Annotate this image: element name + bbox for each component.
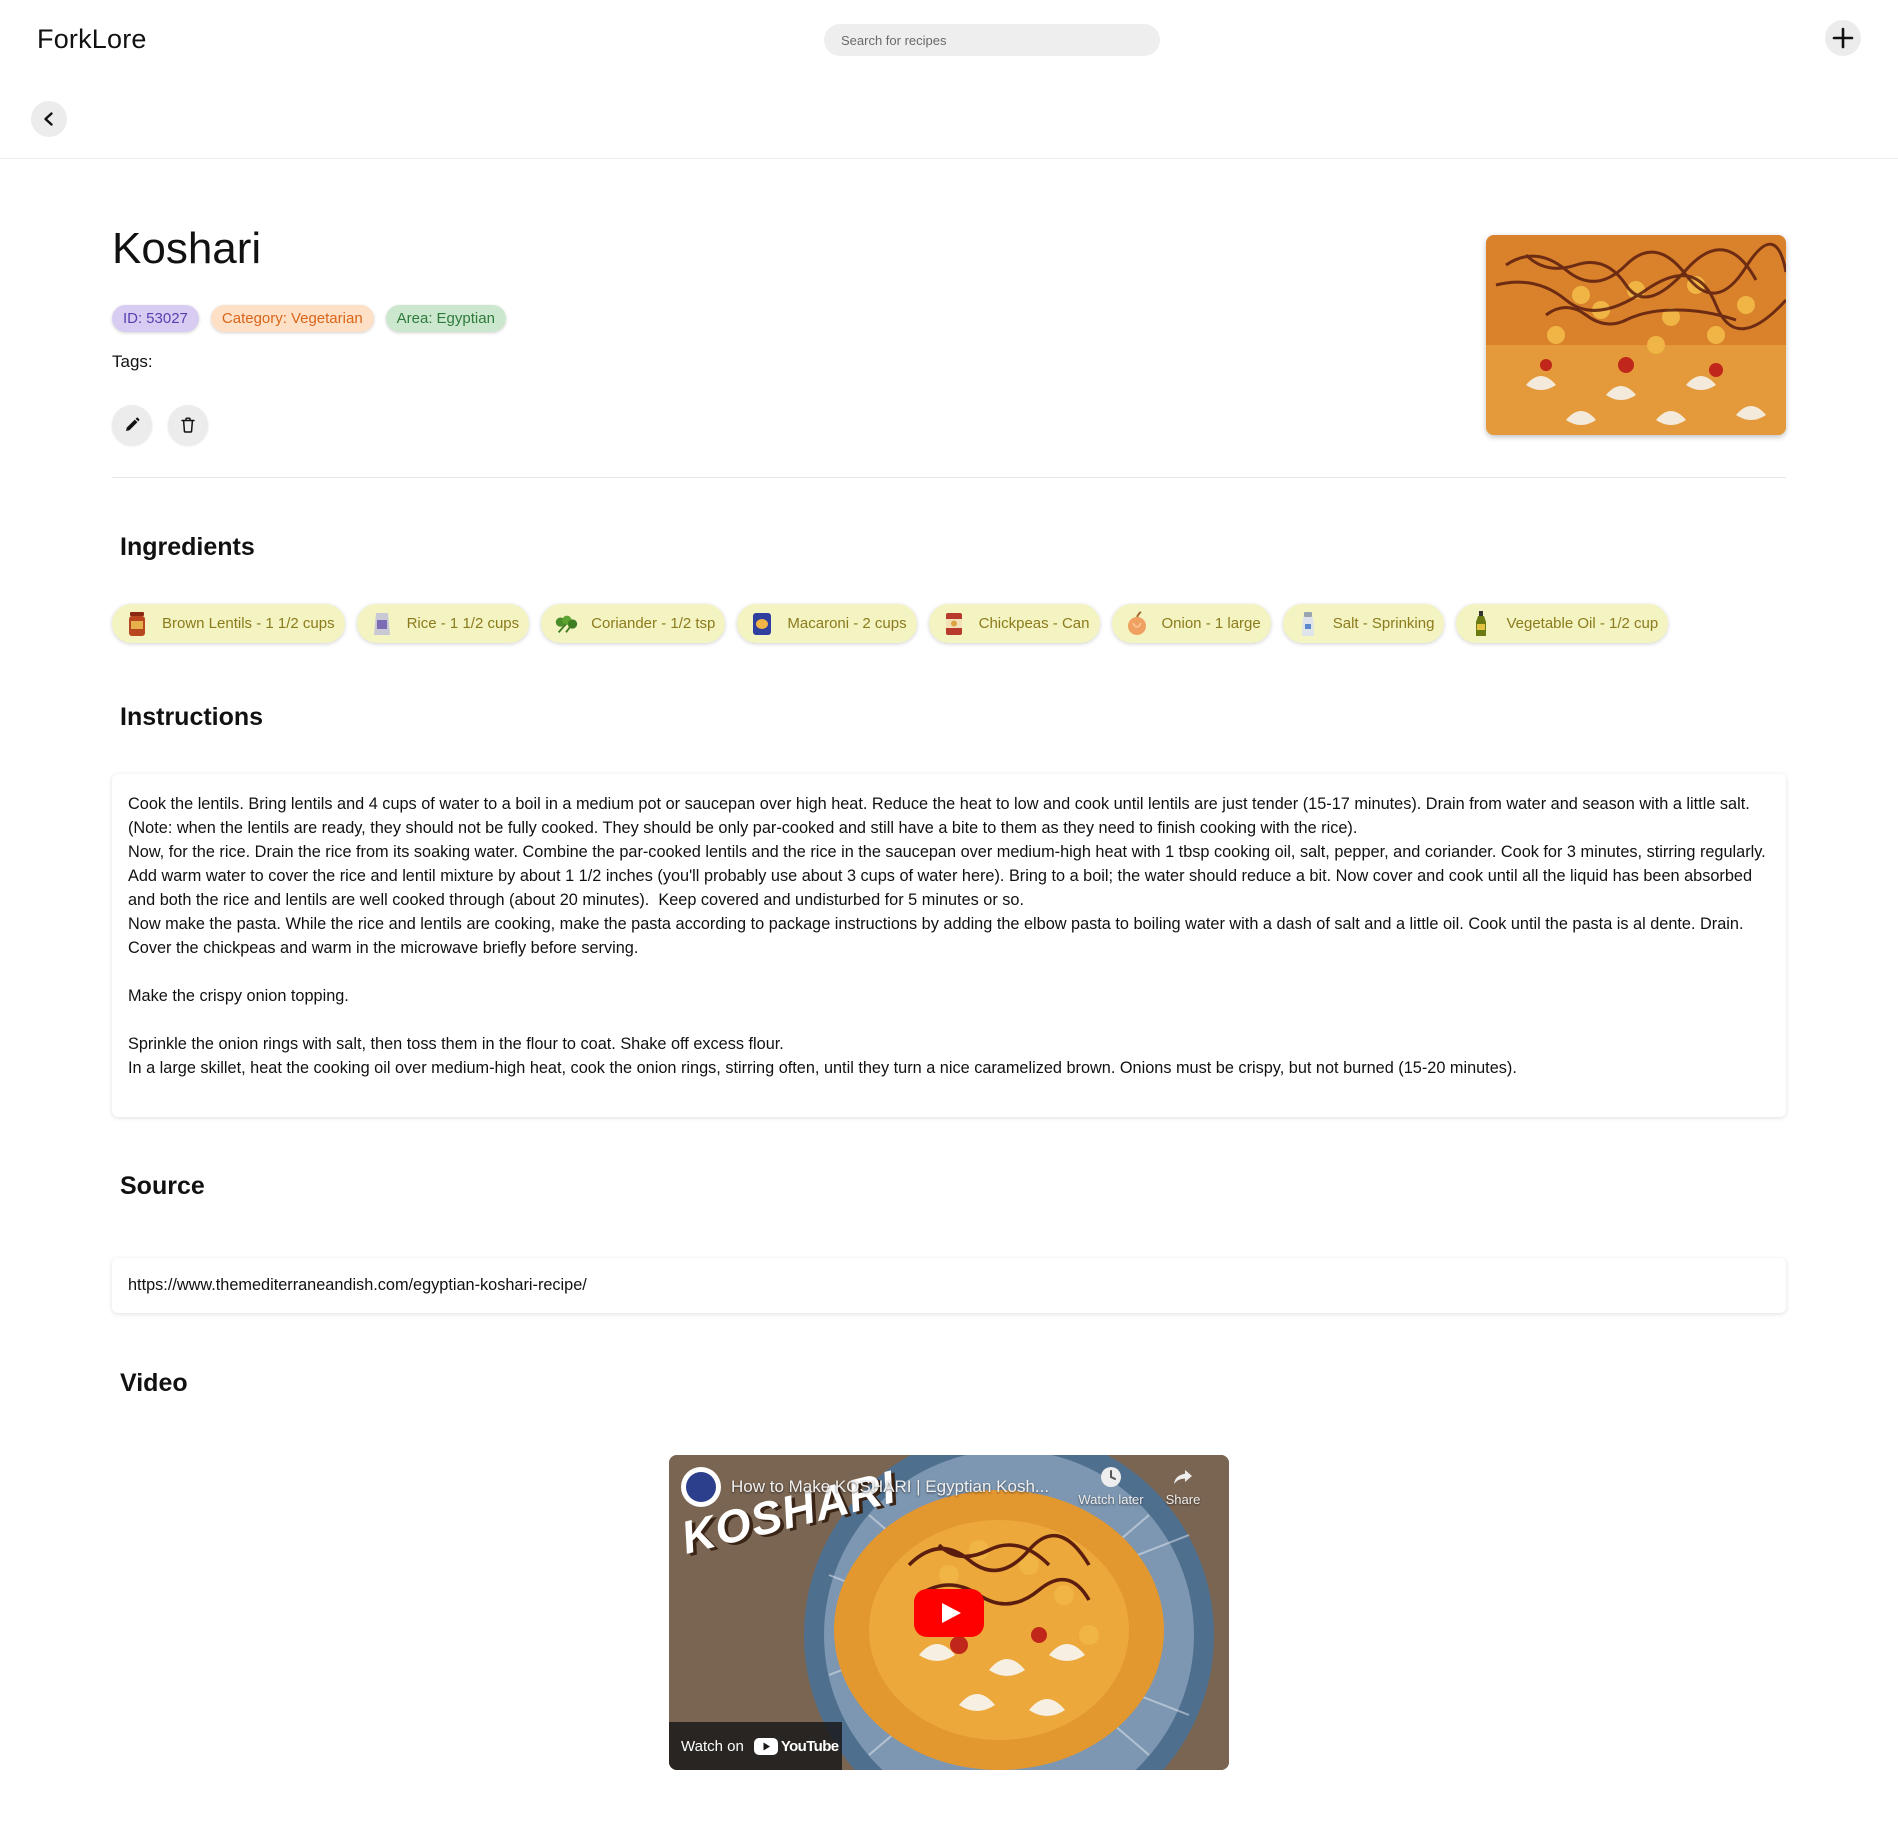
source-heading: Source [120,1172,205,1200]
area-badge: Area: Egyptian [385,305,506,332]
youtube-logo: YouTube [753,1737,839,1755]
ingredient-label: Chickpeas - Can [978,615,1090,632]
chickpeas-can-icon [941,611,967,637]
watch-on-label: Watch on [681,1737,744,1755]
macaroni-pack-icon [749,611,775,637]
trash-icon [181,417,195,433]
watch-later-label: Watch later [1078,1492,1144,1507]
instructions-heading: Instructions [120,703,264,731]
ingredient-chip[interactable]: Coriander - 1/2 tsp [541,604,726,643]
chevron-left-icon [44,112,53,126]
back-bar [0,80,1898,159]
recipe-title: Koshari [112,224,262,273]
ingredient-label: Brown Lentils - 1 1/2 cups [162,615,335,632]
source-card: https://www.themediterraneandish.com/egy… [112,1258,1786,1313]
lentils-jar-icon [124,611,150,637]
source-link[interactable]: https://www.themediterraneandish.com/egy… [128,1276,587,1295]
category-badge-key: Category: [221,310,287,327]
edit-button[interactable] [112,405,152,445]
app-brand[interactable]: ForkLore [37,24,147,55]
delete-button[interactable] [168,405,208,445]
area-badge-key: Area: [396,310,433,327]
ingredient-label: Onion - 1 large [1161,615,1261,632]
watch-on-youtube-button[interactable]: Watch on YouTube [669,1722,842,1770]
onion-icon [1124,610,1150,637]
add-recipe-button[interactable] [1825,20,1861,56]
coriander-leaf-icon [553,611,579,637]
ingredient-label: Macaroni - 2 cups [787,615,907,632]
share-button[interactable]: Share [1143,1465,1223,1507]
ingredient-label: Coriander - 1/2 tsp [591,615,716,632]
id-badge-key: ID: [123,310,143,327]
ingredient-chip[interactable]: Chickpeas - Can [928,604,1100,643]
ingredients-list: Brown Lentils - 1 1/2 cups Rice - 1 1/2 c… [112,604,1669,643]
youtube-embed[interactable]: KOSHARI How to Make KOSHARI | Egyptian K… [669,1455,1229,1770]
search-input[interactable] [824,24,1160,56]
pencil-icon [126,417,140,431]
ingredient-chip[interactable]: Vegetable Oil - 1/2 cup [1456,604,1669,643]
ingredients-heading: Ingredients [120,533,255,561]
area-badge-value: Egyptian [436,310,495,327]
ingredient-label: Vegetable Oil - 1/2 cup [1506,615,1659,632]
ingredient-chip[interactable]: Rice - 1 1/2 cups [356,604,530,643]
watch-later-button[interactable]: Watch later [1071,1465,1151,1507]
id-badge: ID: 53027 [112,305,199,332]
rice-bag-icon [369,611,395,637]
ingredient-label: Salt - Sprinking [1332,615,1435,632]
section-divider [112,477,1786,478]
plus-icon [1832,27,1854,49]
share-arrow-icon [1174,1470,1192,1484]
youtube-icon [753,1737,778,1755]
recipe-badges: ID: 53027 Category: Vegetarian Area: Egy… [112,305,506,332]
top-bar: ForkLore [0,0,1898,80]
ingredient-chip[interactable]: Salt - Sprinking [1282,604,1445,643]
ingredient-chip[interactable]: Brown Lentils - 1 1/2 cups [112,604,345,643]
recipe-hero-image [1486,235,1786,435]
salt-shaker-icon [1295,611,1321,637]
ingredient-chip[interactable]: Onion - 1 large [1111,604,1271,643]
category-badge: Category: Vegetarian [210,305,374,332]
play-button-icon[interactable] [914,1589,984,1637]
id-badge-value: 53027 [146,310,188,327]
category-badge-value: Vegetarian [290,310,363,327]
video-heading: Video [120,1369,188,1397]
back-button[interactable] [31,101,67,137]
oil-bottle-icon [1468,610,1494,637]
video-title[interactable]: How to Make KOSHARI | Egyptian Kosh... [731,1477,1049,1497]
clock-icon [1101,1467,1121,1487]
instructions-card: Cook the lentils. Bring lentils and 4 cu… [112,774,1786,1117]
ingredient-chip[interactable]: Macaroni - 2 cups [737,604,917,643]
share-label: Share [1165,1492,1201,1507]
tags-label: Tags: [112,352,153,371]
ingredient-label: Rice - 1 1/2 cups [406,615,520,632]
youtube-wordmark: YouTube [780,1737,839,1755]
